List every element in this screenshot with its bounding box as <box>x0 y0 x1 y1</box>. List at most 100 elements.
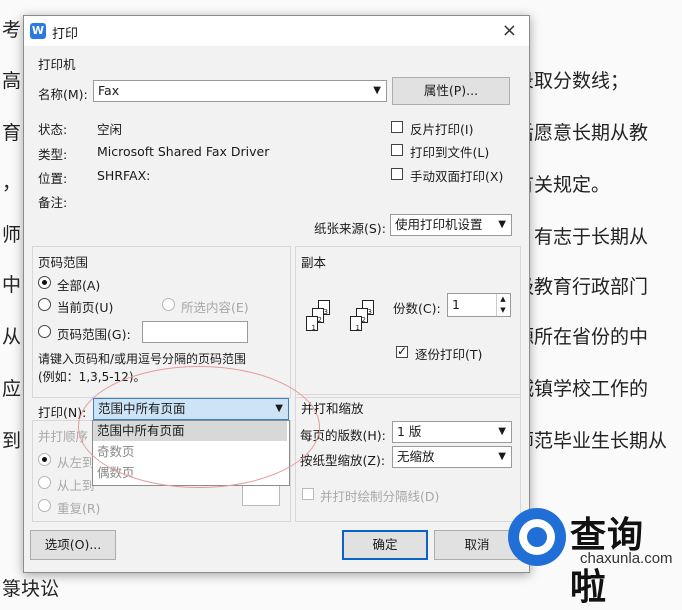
page-range-label: 页码范围(G): <box>57 327 131 342</box>
comment-label: 备注: <box>38 195 68 210</box>
location-value: SHRFAX: <box>97 168 151 183</box>
status-value: 空闲 <box>97 122 123 137</box>
doc-text: 师 <box>2 224 22 246</box>
doc-text: 育 <box>2 122 22 144</box>
logo-q-icon <box>519 519 555 555</box>
page-range-section-label: 页码范围 <box>38 255 89 270</box>
close-icon[interactable]: × <box>502 20 517 41</box>
manual-duplex-checkbox[interactable] <box>391 168 403 180</box>
draw-borders-checkbox[interactable] <box>302 488 314 500</box>
dropdown-option-even-pages[interactable]: 偶数页 <box>93 463 287 483</box>
all-pages-radio[interactable] <box>38 276 51 289</box>
doc-text: 应 <box>2 378 22 400</box>
print-order-preview-icon <box>242 484 280 506</box>
pages-per-sheet-select[interactable]: 1 版 ▼ <box>392 421 512 443</box>
manual-duplex-label: 手动双面打印(X) <box>410 169 504 184</box>
top-to-bottom-label: 从上到 <box>57 478 95 493</box>
page-range-hint: 请键入页码和/或用逗号分隔的页码范围 <box>38 352 247 366</box>
spin-up-icon[interactable]: ▲ <box>496 294 509 305</box>
scale-value: 无缩放 <box>397 449 435 464</box>
print-what-label: 打印(N): <box>38 405 87 420</box>
doc-text: 高 <box>2 70 22 92</box>
doc-text: 城镇学校工作的 <box>515 378 649 400</box>
copies-section-label: 副本 <box>301 255 327 270</box>
scale-label: 按纸型缩放(Z): <box>300 453 386 468</box>
selection-radio[interactable] <box>162 298 175 311</box>
doc-text: 后愿意长期从教 <box>515 122 649 144</box>
repeat-radio[interactable] <box>38 499 51 512</box>
doc-text: 级教育行政部门 <box>515 276 649 298</box>
logo-q-inner <box>527 527 547 547</box>
dropdown-arrow-icon: ▼ <box>498 426 506 437</box>
doc-text: 师范毕业生长期从 <box>515 430 668 452</box>
doc-text: 录取分数线； <box>515 70 630 92</box>
ok-button[interactable]: 确定 <box>342 530 428 560</box>
collate-checkbox[interactable] <box>396 344 408 358</box>
left-to-right-label: 从左到 <box>57 455 95 470</box>
page-range-example: (例如：1,3,5-12)。 <box>38 370 146 384</box>
doc-text: 源所在省份的中 <box>515 326 649 348</box>
top-to-bottom-radio[interactable] <box>38 476 51 489</box>
print-order-section-label: 并打顺序 <box>38 429 89 444</box>
doc-text: 中 <box>2 274 22 296</box>
dropdown-arrow-icon: ▼ <box>498 451 506 462</box>
paper-source-select[interactable]: 使用打印机设置 ▼ <box>390 214 512 236</box>
collate-pages-icon: 3 2 1 <box>302 300 342 348</box>
print-dialog: W 打印 × 打印机 名称(M): Fax ▼ 属性(P)... 状态: 空闲 … <box>23 15 530 573</box>
printer-section-label: 打印机 <box>38 57 76 72</box>
copies-count-value: 1 <box>452 297 460 312</box>
printer-name-value: Fax <box>98 83 120 98</box>
wps-writer-icon: W <box>30 23 46 39</box>
paper-source-value: 使用打印机设置 <box>395 217 483 232</box>
reverse-print-label: 反片打印(I) <box>410 122 474 137</box>
doc-text: 箓块讼 <box>2 578 60 600</box>
spin-down-icon[interactable]: ▼ <box>496 305 509 316</box>
print-to-file-label: 打印到文件(L) <box>410 145 490 160</box>
copies-count-input[interactable]: 1 ▲ ▼ <box>447 293 511 317</box>
properties-button[interactable]: 属性(P)... <box>392 77 510 105</box>
doc-text: ，有志于长期从 <box>515 226 649 248</box>
dropdown-option-odd-pages[interactable]: 奇数页 <box>93 442 287 462</box>
draw-borders-label: 并打时绘制分隔线(D) <box>320 489 440 504</box>
reverse-print-checkbox[interactable] <box>391 121 403 133</box>
options-button[interactable]: 选项(O)... <box>30 530 116 560</box>
print-what-value: 范围中所有页面 <box>98 401 186 416</box>
type-label: 类型: <box>38 147 68 162</box>
logo-url: chaxunla.com <box>580 550 673 567</box>
collate-label: 逐份打印(T) <box>415 347 483 362</box>
watermark-logo: 查询啦 chaxunla.com <box>500 500 680 608</box>
zoom-section-label: 并打和缩放 <box>301 401 364 416</box>
doc-text: 从 <box>2 326 22 348</box>
dialog-title: 打印 <box>52 27 79 42</box>
dropdown-arrow-icon: ▼ <box>373 85 381 96</box>
pages-per-sheet-value: 1 版 <box>397 424 422 439</box>
page-range-input[interactable] <box>142 321 248 343</box>
location-label: 位置: <box>38 171 68 186</box>
repeat-label: 重复(R) <box>57 501 101 516</box>
selection-label: 所选内容(E) <box>181 300 249 315</box>
current-page-radio[interactable] <box>38 298 51 311</box>
page-range-radio[interactable] <box>38 325 51 338</box>
print-to-file-checkbox[interactable] <box>391 144 403 156</box>
print-what-select[interactable]: 范围中所有页面 ▼ <box>93 398 289 420</box>
dropdown-arrow-icon: ▼ <box>275 403 283 414</box>
print-what-dropdown-list: 范围中所有页面 奇数页 偶数页 <box>92 420 290 486</box>
left-to-right-radio[interactable] <box>38 453 51 466</box>
printer-name-label: 名称(M): <box>38 87 88 102</box>
doc-text: ， <box>2 172 22 194</box>
dropdown-arrow-icon: ▼ <box>498 219 506 230</box>
paper-source-label: 纸张来源(S): <box>314 221 386 236</box>
dropdown-option-all-pages[interactable]: 范围中所有页面 <box>93 421 287 441</box>
doc-text: 到 <box>2 430 22 452</box>
copies-count-label: 份数(C): <box>393 301 441 316</box>
printer-name-select[interactable]: Fax ▼ <box>93 80 387 102</box>
all-pages-label: 全部(A) <box>57 278 101 293</box>
doc-text: 考 <box>2 19 22 41</box>
scale-select[interactable]: 无缩放 ▼ <box>392 446 512 468</box>
logo-circle-icon <box>508 508 566 566</box>
collate-pages-icon: 3 2 1 <box>346 300 386 348</box>
pages-per-sheet-label: 每页的版数(H): <box>300 428 386 443</box>
title-bar: W 打印 × <box>24 16 529 46</box>
type-value: Microsoft Shared Fax Driver <box>97 144 270 159</box>
current-page-label: 当前页(U) <box>57 300 114 315</box>
